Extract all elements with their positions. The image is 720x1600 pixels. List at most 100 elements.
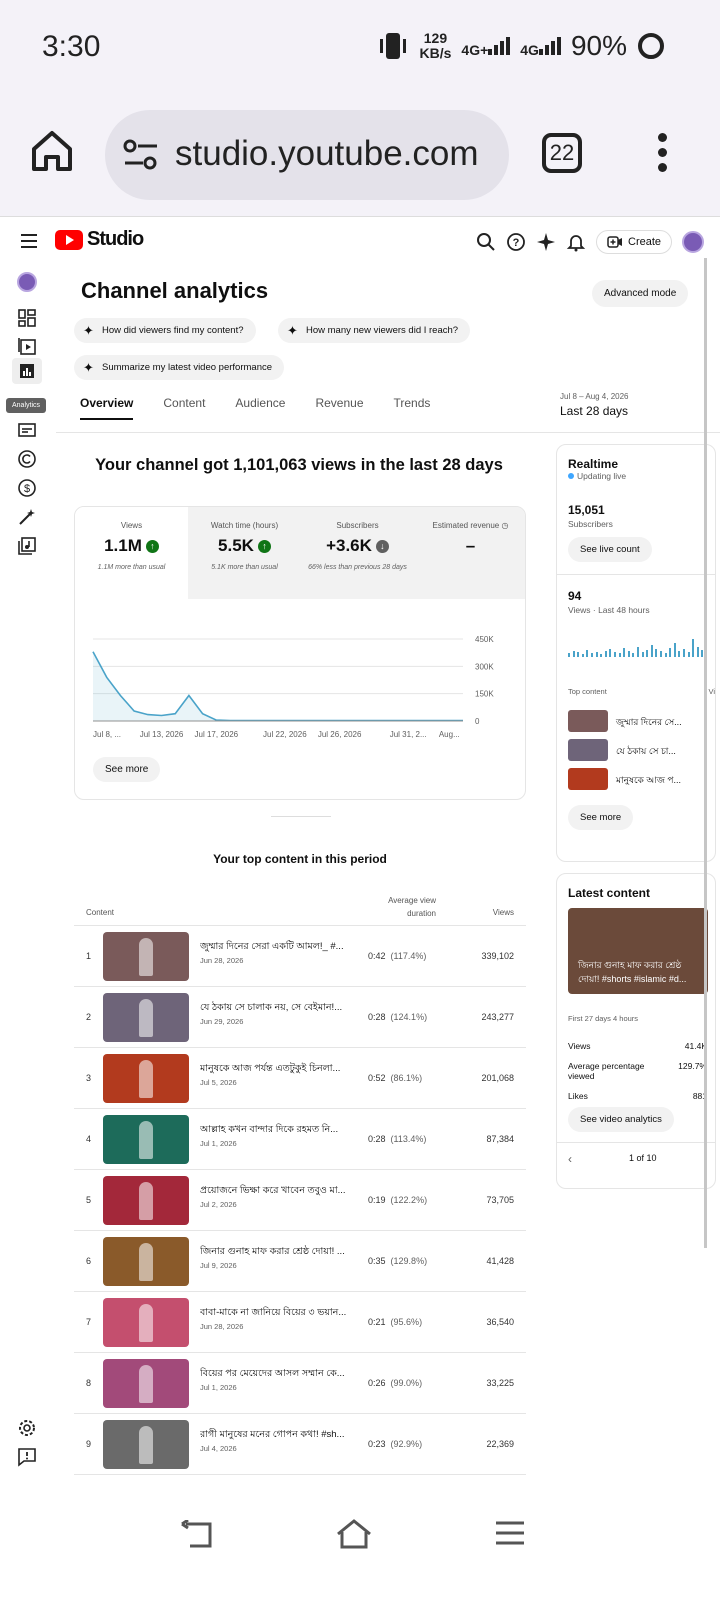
video-title[interactable]: জুম্মার দিনের সেরা একটি আমল!_ #... xyxy=(200,940,360,955)
see-more-button[interactable]: See more xyxy=(93,757,161,782)
video-thumbnail[interactable] xyxy=(103,1359,189,1408)
nav-home-icon[interactable] xyxy=(334,1518,374,1550)
customization-icon[interactable] xyxy=(17,507,37,527)
site-settings-icon[interactable] xyxy=(123,138,159,172)
video-title[interactable]: মানুষকে আজ পর্যন্ত এতটুকুই চিনলা... xyxy=(200,1062,360,1077)
realtime-item[interactable]: জুম্মার দিনের সে... xyxy=(568,708,715,737)
video-title[interactable]: প্রয়োজনে ভিক্ষা করে খাবেন তবুও মা... xyxy=(200,1184,360,1199)
realtime-bar xyxy=(614,652,616,657)
video-title[interactable]: রাগী মানুষের মনের গোপন কথা! #sh... xyxy=(200,1428,360,1443)
video-thumbnail[interactable] xyxy=(103,1115,189,1164)
content-icon[interactable] xyxy=(17,336,37,356)
recents-icon[interactable] xyxy=(494,1518,526,1548)
table-row[interactable]: 1 জুম্মার দিনের সেরা একটি আমল!_ #... Jun 2… xyxy=(74,926,526,987)
browser-menu-icon[interactable] xyxy=(658,133,670,177)
tab-overview[interactable]: Overview xyxy=(80,396,134,420)
subtitles-icon[interactable] xyxy=(17,420,37,440)
table-row[interactable]: 4 আল্লাহ কখন বান্দার দিকে রহমত নি... Jul 1… xyxy=(74,1109,526,1170)
top-content-list: 1 জুম্মার দিনের সেরা একটি আমল!_ #... Jun 2… xyxy=(74,926,526,1475)
account-avatar[interactable] xyxy=(682,231,705,253)
channel-avatar[interactable] xyxy=(17,272,37,292)
table-row[interactable]: 5 প্রয়োজনে ভিক্ষা করে খাবেন তবুও মা... Ju… xyxy=(74,1170,526,1231)
realtime-item[interactable]: মানুষকে আজ প... xyxy=(568,766,715,795)
feedback-icon[interactable] xyxy=(17,1447,37,1467)
metric-revenue[interactable]: Estimated revenue ◷ – xyxy=(414,507,525,599)
video-date: Jun 29, 2026 xyxy=(200,1017,244,1026)
earn-icon[interactable]: $ xyxy=(17,478,37,498)
youtube-studio-logo[interactable]: Studio xyxy=(55,228,144,251)
trend-up-icon: ↑ xyxy=(257,539,271,553)
settings-icon[interactable] xyxy=(17,1418,37,1438)
metric-subscribers[interactable]: Subscribers +3.6K ↓ 66% less than previou… xyxy=(301,507,414,599)
tab-content[interactable]: Content xyxy=(163,396,205,420)
metric-watch-time[interactable]: Watch time (hours) 5.5K ↑ 5.1K more than … xyxy=(188,507,301,599)
tab-audience[interactable]: Audience xyxy=(235,396,285,420)
realtime-bar xyxy=(650,645,653,657)
video-thumbnail[interactable] xyxy=(103,1420,189,1469)
tab-trends[interactable]: Trends xyxy=(394,396,431,420)
video-title[interactable]: যে ঠকায় সে চালাক নয়, সে বেইমান!... xyxy=(200,1001,360,1016)
row-rank: 2 xyxy=(86,1012,92,1022)
table-row[interactable]: 9 রাগী মানুষের মনের গোপন কথা! #sh... Jul 4… xyxy=(74,1414,526,1475)
realtime-item[interactable]: যে ঠকায় সে চা... xyxy=(568,737,715,766)
home-icon[interactable] xyxy=(30,129,74,173)
table-row[interactable]: 7 বাবা-মাকে না জানিয়ে বিয়ের ৩ ভয়ান... J… xyxy=(74,1292,526,1353)
table-row[interactable]: 8 বিয়ের পর মেয়েদের আসল সম্মান কে... Jul … xyxy=(74,1353,526,1414)
table-row[interactable]: 6 জিনার গুনাহ মাফ করার শ্রেষ্ঠ দোয়া! ...… xyxy=(74,1231,526,1292)
realtime-bar xyxy=(641,652,644,657)
status-time: 3:30 xyxy=(42,30,101,63)
battery-ring-icon xyxy=(638,33,664,59)
page-title: Channel analytics xyxy=(81,278,269,303)
hamburger-menu-icon[interactable] xyxy=(21,234,37,248)
realtime-bar xyxy=(687,652,690,657)
video-thumbnail[interactable] xyxy=(103,1298,189,1347)
realtime-bar xyxy=(586,650,589,657)
video-thumbnail[interactable] xyxy=(103,1176,189,1225)
signal-icon-2 xyxy=(538,35,561,55)
video-title[interactable]: বিয়ের পর মেয়েদের আসল সম্মান কে... xyxy=(200,1367,360,1382)
create-button[interactable]: Create xyxy=(596,230,673,254)
chevron-left-icon[interactable]: ‹ xyxy=(568,1152,572,1166)
dashboard-icon[interactable] xyxy=(17,308,37,328)
realtime-title: Realtime xyxy=(568,457,619,471)
date-range-picker[interactable]: Jul 8 – Aug 4, 2026 Last 28 days xyxy=(560,392,629,418)
video-title[interactable]: বাবা-মাকে না জানিয়ে বিয়ের ৩ ভয়ান... xyxy=(200,1306,360,1321)
metric-views[interactable]: Views 1.1M ↑ 1.1M more than usual xyxy=(75,507,188,599)
advanced-mode-button[interactable]: Advanced mode xyxy=(592,280,689,307)
video-thumbnail[interactable] xyxy=(103,993,189,1042)
help-icon[interactable]: ? xyxy=(506,232,526,252)
page-scrollbar[interactable] xyxy=(704,258,707,1248)
row-rank: 7 xyxy=(86,1317,92,1327)
see-video-analytics-button[interactable]: See video analytics xyxy=(568,1107,674,1132)
ai-chip-summarize[interactable]: ✦ Summarize my latest video performance xyxy=(74,355,285,380)
analytics-icon[interactable] xyxy=(12,358,42,384)
video-title[interactable]: জিনার গুনাহ মাফ করার শ্রেষ্ঠ দোয়া! ... xyxy=(200,1245,360,1260)
url-text[interactable]: studio.youtube.com xyxy=(175,134,479,174)
bell-icon[interactable] xyxy=(566,232,586,252)
video-title[interactable]: আল্লাহ কখন বান্দার দিকে রহমত নি... xyxy=(200,1123,360,1138)
video-views: 201,068 xyxy=(481,1073,514,1083)
latest-video-thumbnail[interactable]: জিনার গুনাহ মাফ করার শ্রেষ্ঠ দোয়া! #sho… xyxy=(568,908,708,994)
video-views: 87,384 xyxy=(486,1134,514,1144)
address-bar[interactable]: studio.youtube.com xyxy=(105,110,509,200)
views-chart-svg: 450K 300K 150K 0 Jul 8, ... Jul 13, 2026 Jul 1… xyxy=(92,635,494,739)
see-live-count-button[interactable]: See live count xyxy=(568,537,652,562)
audio-library-icon[interactable] xyxy=(17,536,37,556)
tab-revenue[interactable]: Revenue xyxy=(315,396,363,420)
table-row[interactable]: 3 মানুষকে আজ পর্যন্ত এতটুকুই চিনলা... Jul … xyxy=(74,1048,526,1109)
search-icon[interactable] xyxy=(476,232,496,252)
video-views: 22,369 xyxy=(486,1439,514,1449)
video-thumbnail[interactable] xyxy=(103,932,189,981)
video-thumbnail[interactable] xyxy=(103,1054,189,1103)
realtime-see-more-button[interactable]: See more xyxy=(568,805,634,830)
tab-switcher-button[interactable]: 22 xyxy=(542,133,582,173)
y-tick-label: 150K xyxy=(475,690,494,699)
ai-chip-new-viewers[interactable]: ✦ How many new viewers did I reach? xyxy=(278,318,471,343)
video-thumbnail[interactable] xyxy=(103,1237,189,1286)
back-icon[interactable] xyxy=(180,1520,214,1550)
realtime-bar xyxy=(637,647,639,657)
copyright-icon[interactable] xyxy=(17,449,37,469)
table-row[interactable]: 2 যে ঠকায় সে চালাক নয়, সে বেইমান!... Jun… xyxy=(74,987,526,1048)
sparkle-icon[interactable] xyxy=(536,232,556,252)
ai-chip-viewers[interactable]: ✦ How did viewers find my content? xyxy=(74,318,256,343)
